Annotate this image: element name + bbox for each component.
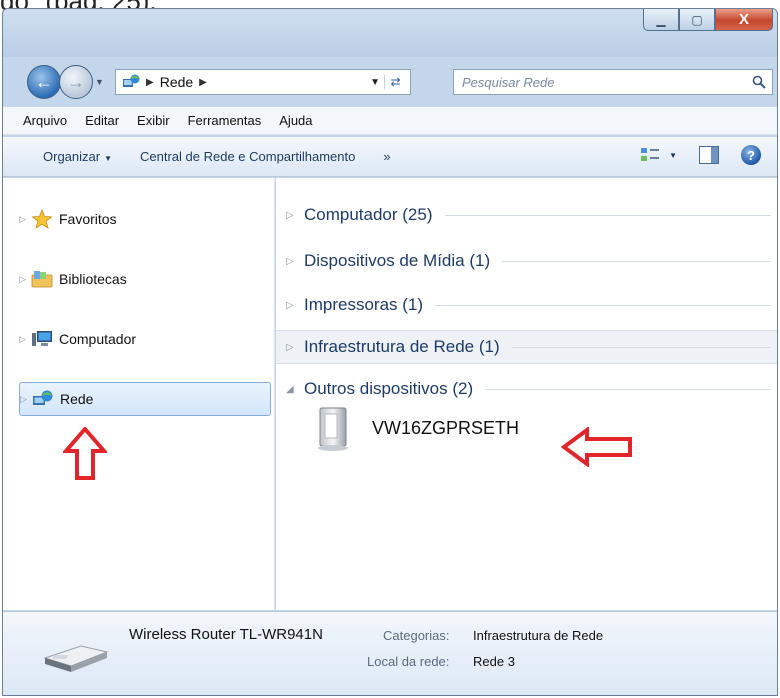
group-divider [435,304,771,306]
expand-arrow-icon[interactable]: ▷ [19,274,31,285]
expand-arrow-icon[interactable]: ▷ [20,394,32,405]
network-icon [33,390,53,405]
back-button[interactable]: ← [27,65,61,99]
expand-arrow-icon[interactable]: ▷ [286,342,304,353]
group-label: Computador (25) [304,205,433,224]
minimize-button[interactable]: ▁ [643,9,679,31]
expand-arrow-icon[interactable]: ▷ [19,214,31,225]
expand-arrow-icon[interactable]: ▷ [19,334,31,345]
sidebar-item-label: Favoritos [59,211,117,227]
arrow-left-icon: ← [35,71,53,92]
group-infraestrutura-de-rede[interactable]: ▷ Infraestrutura de Rede (1) [276,330,777,364]
group-label: Outros dispositivos (2) [304,379,474,398]
group-label: Infraestrutura de Rede (1) [304,337,500,356]
star-icon [31,209,53,229]
search-icon[interactable] [752,75,766,89]
sidebar-item-rede[interactable]: ▷ Rede [19,382,271,416]
computer-icon [32,331,52,346]
device-label: VW16ZGPRSETH [372,417,520,438]
forward-button[interactable]: → [59,65,93,99]
address-row: ← → ▼ ▶ Rede ▶ ▼ ⇄ [3,59,777,105]
navigation-pane: ▷ Favoritos ▷ Bibliotecas ▷ Computador ▷… [3,178,275,610]
network-location-value: Rede 3 [473,654,515,669]
help-icon[interactable]: ? [741,145,761,165]
group-computador[interactable]: ▷ Computador (25) [276,198,777,232]
explorer-window: ▁ ▢ X ← → ▼ ▶ Rede ▶ ▼ ⇄ Pesquisar Rede … [2,8,778,696]
menu-bar: Arquivo Editar Exibir Ferramentas Ajuda [3,107,777,135]
expand-arrow-icon[interactable]: ▷ [286,300,304,311]
network-icon [122,74,140,90]
address-bar[interactable]: ▶ Rede ▶ ▼ ⇄ [115,69,411,95]
library-icon [31,271,53,288]
annotation-arrow-up-icon [63,427,107,480]
chevron-down-icon: ▼ [104,154,112,163]
group-divider [444,214,771,216]
menu-arquivo[interactable]: Arquivo [21,113,69,128]
group-label: Impressoras (1) [304,295,424,314]
server-icon [318,407,348,451]
collapse-arrow-icon[interactable]: ◢ [286,384,304,395]
sidebar-item-favoritos[interactable]: ▷ Favoritos [19,202,271,236]
menu-exibir[interactable]: Exibir [135,113,172,128]
organize-button[interactable]: Organizar ▼ [43,149,112,164]
content-pane: ▷ Computador (25) ▷ Dispositivos de Mídi… [276,178,777,610]
menu-editar[interactable]: Editar [83,113,121,128]
expand-arrow-icon[interactable]: ▷ [286,256,304,267]
sidebar-item-bibliotecas[interactable]: ▷ Bibliotecas [19,262,271,296]
network-location-label: Local da rede: [367,654,450,669]
maximize-button[interactable]: ▢ [679,9,715,31]
change-view-button[interactable]: ▼ [639,145,677,165]
window-controls: ▁ ▢ X [643,9,773,31]
device-item[interactable]: VW16ZGPRSETH [316,404,519,452]
group-divider [511,346,771,348]
group-impressoras[interactable]: ▷ Impressoras (1) [276,288,777,322]
views-icon [641,148,660,161]
address-history-dropdown-icon[interactable]: ▼ [370,77,380,88]
sidebar-item-label: Computador [59,331,137,347]
recent-pages-dropdown-icon[interactable]: ▼ [95,77,104,87]
sidebar-item-label: Bibliotecas [59,271,127,287]
router-icon [43,645,109,672]
command-bar: Organizar ▼ Central de Rede e Compartilha… [3,137,777,177]
network-center-button[interactable]: Central de Rede e Compartilhamento [140,149,355,164]
menu-ajuda[interactable]: Ajuda [277,113,314,128]
expand-arrow-icon[interactable]: ▷ [286,210,304,221]
sidebar-item-computador[interactable]: ▷ Computador [19,322,271,356]
details-pane: Wireless Router TL-WR941N Categorias: In… [3,611,777,695]
categories-label: Categorias: [383,628,450,643]
group-dispositivos-de-midia[interactable]: ▷ Dispositivos de Mídia (1) [276,244,777,278]
more-commands-button[interactable]: » [383,149,390,164]
search-box[interactable] [453,69,773,95]
preview-pane-icon[interactable] [699,146,719,164]
view-controls: ▼ ? [639,145,761,165]
categories-value: Infraestrutura de Rede [473,628,604,643]
organize-label: Organizar [43,149,101,164]
arrow-right-icon: → [67,71,85,92]
close-button[interactable]: X [715,9,773,31]
breadcrumb-chevron-icon[interactable]: ▶ [199,77,207,88]
group-label: Dispositivos de Mídia (1) [304,251,491,270]
device-name: Wireless Router TL-WR941N [129,626,323,643]
refresh-icon[interactable]: ⇄ [384,75,406,89]
chevron-down-icon: ▼ [669,150,677,160]
group-outros-dispositivos[interactable]: ◢ Outros dispositivos (2) [276,372,777,406]
group-divider [502,260,771,262]
breadcrumb-separator-icon: ▶ [146,76,154,88]
title-bar: ▁ ▢ X [3,9,777,57]
menu-ferramentas[interactable]: Ferramentas [186,113,264,128]
sidebar-item-label: Rede [60,391,94,407]
group-divider [485,388,771,390]
breadcrumb-item-rede[interactable]: Rede [160,74,193,90]
search-input[interactable] [462,74,742,90]
annotation-arrow-left-icon [561,427,632,467]
